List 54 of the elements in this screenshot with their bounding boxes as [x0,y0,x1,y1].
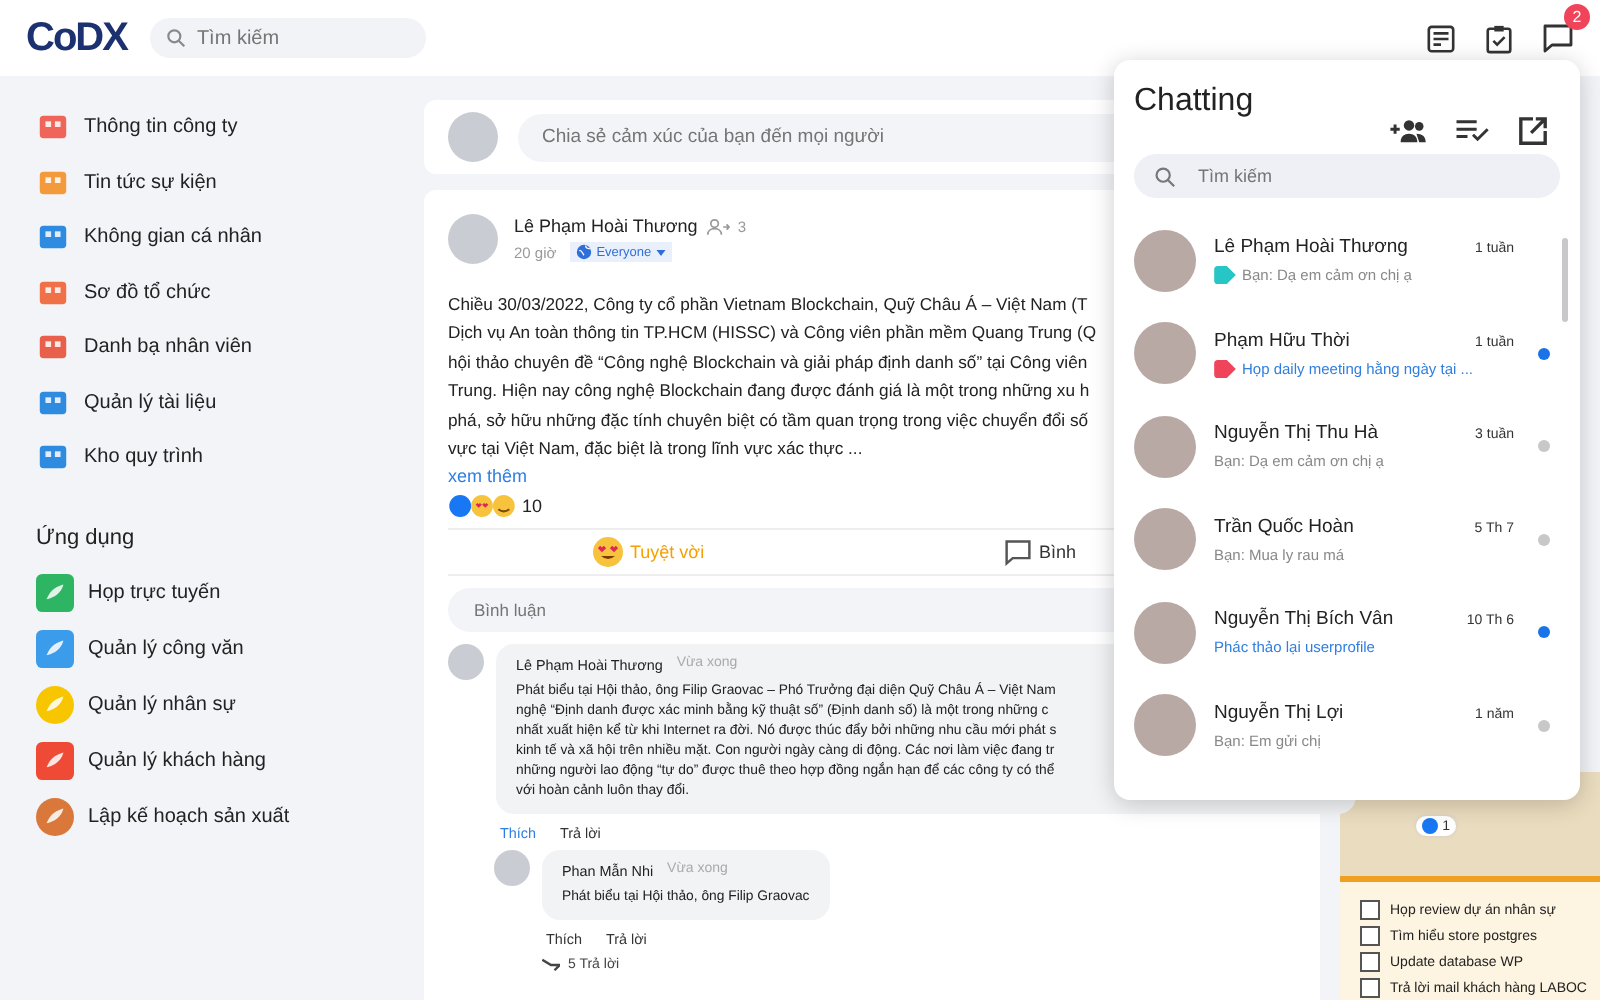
contact-name: Lê Phạm Hoài Thương [1214,236,1408,258]
app-item[interactable]: Quản lý nhân sự [88,694,236,716]
contact-name: Phạm Hữu Thời [1214,329,1350,351]
avatar [1134,508,1196,570]
leaf-icon [36,574,74,612]
section-heading: Ứng dụng [36,525,137,549]
avatar [494,850,530,887]
sidebar-item[interactable]: Kho quy trình [84,446,203,469]
sidebar-item[interactable]: Quản lý tài liệu [84,391,217,414]
checkbox[interactable] [1360,926,1380,946]
like-icon [1422,818,1439,835]
checkbox[interactable] [1360,900,1380,920]
checkbox[interactable] [1360,952,1380,972]
open-external-icon[interactable] [1518,116,1548,146]
app-item[interactable]: Lập kế hoạch sản xuất [88,806,290,828]
checkbox[interactable] [1360,978,1380,998]
add-group-icon[interactable] [1390,118,1428,144]
sidebar-item[interactable]: Không gian cá nhân [84,226,262,249]
notes-icon[interactable] [1426,23,1456,53]
reaction-count: 10 [522,496,543,517]
comment-icon [1004,538,1033,567]
avatar [1134,229,1196,291]
search-icon [1154,165,1176,187]
followers-icon [705,217,730,235]
contact-name: Nguyễn Thị Lợi [1214,701,1344,723]
avatar [448,112,498,162]
contact-name: Nguyễn Thị Thu Hà [1214,422,1379,444]
codx-logo[interactable]: CoDX [26,15,127,61]
sidebar-item[interactable]: Thông tin công ty [84,116,238,139]
avatar [448,214,498,264]
app-item[interactable]: Họp trực tuyến [88,582,221,604]
heart-eyes-emoji-icon [592,536,624,569]
avatar [1134,322,1196,384]
search-field[interactable]: Tìm kiếm [150,18,427,58]
chat-search-field[interactable]: Tìm kiếm [1134,154,1560,198]
author-name[interactable]: Lê Phạm Hoài Thương [514,216,698,236]
sidebar-item[interactable]: Tin tức sự kiện [84,171,217,194]
avatar [1134,415,1196,477]
reaction-icons [448,494,516,519]
task-icon[interactable] [1484,23,1514,53]
post-text: Chiều 30/03/2022, Công ty cổ phần Vietnam Blockchain, Quỹ Châu Á – Việt Nam (T Dịch vụ An toàn thông tin TP.HCM (HISSC) và Công viên phần mềm Quang Trung (Q hội thảo chuyên đề “Công nghệ Blockchain và giải pháp định danh số” tại Công viên Trung. Hiện nay công nghệ Blockchain đang được đánh giá là một trong những xu h phá, sở hữu những đặc tính chuyên biệt có tầm quan trọng trong việc chuyển đổi số vực tại Việt Nam, đặc biệt là trong lĩnh vực xác thực ... [448,292,1097,463]
app-item[interactable]: Quản lý khách hàng [88,750,266,772]
avatar [1134,694,1196,756]
sidebar-item[interactable]: Danh bạ nhân viên [84,336,252,359]
checklist-icon[interactable] [1456,120,1490,142]
chat-icon[interactable] [1542,22,1574,54]
avatar [448,644,484,681]
sidebar-item[interactable]: Sơ đồ tổ chức [84,281,211,304]
contact-name: Trần Quốc Hoàn [1214,515,1354,537]
search-icon [166,28,187,48]
avatar [1134,601,1196,663]
notification-badge: 2 [1564,4,1590,30]
app-item[interactable]: Quản lý công văn [88,638,244,660]
caret-icon [655,249,666,255]
